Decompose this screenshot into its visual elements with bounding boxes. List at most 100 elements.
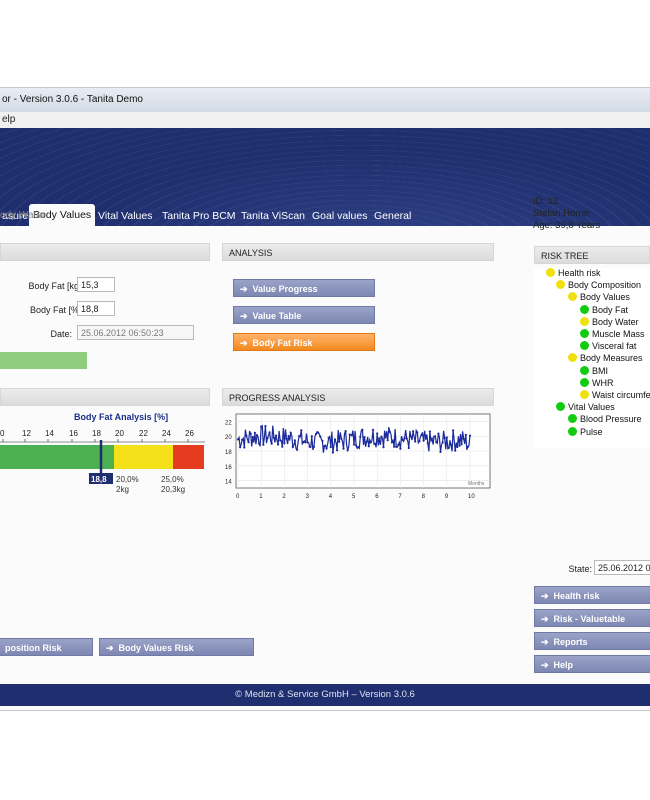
risk-valuetable-label: Risk - Valuetable — [553, 614, 626, 624]
values-panel-header — [0, 243, 210, 261]
progress-point — [317, 431, 320, 434]
status-dot-icon — [568, 426, 577, 436]
progress-point — [277, 443, 280, 446]
patient-name: Stefan Horrer — [533, 208, 591, 219]
risk-tree-item[interactable]: Body Water — [580, 316, 639, 327]
tab-tanita-pro-bcm[interactable]: Tanita Pro BCM — [160, 206, 238, 226]
risk-tree-label: Health risk — [558, 268, 601, 278]
body-composition-risk-button[interactable]: position Risk — [0, 638, 93, 656]
bodyfat-tick-label: 22 — [139, 429, 148, 438]
body-values-risk-button[interactable]: ➔ Body Values Risk — [99, 638, 254, 656]
body-fat-risk-button[interactable]: ➔ Body Fat Risk — [233, 333, 375, 351]
progress-point — [325, 447, 328, 450]
date-label: Date: — [50, 329, 72, 339]
progress-point — [416, 431, 419, 434]
progress-point — [367, 445, 370, 448]
progress-point — [272, 436, 275, 439]
progress-point — [466, 445, 469, 448]
value-table-label: Value Table — [252, 311, 302, 321]
risk-tree-item[interactable]: Waist circumfe — [580, 390, 650, 400]
progress-point — [293, 439, 296, 442]
progress-point — [266, 436, 269, 440]
risk-tree-item[interactable]: Body Composition — [556, 280, 641, 290]
tab-goal-values[interactable]: Goal values — [310, 206, 369, 226]
progress-point — [245, 434, 248, 437]
risk-tree-item[interactable]: Health risk — [546, 268, 601, 278]
progress-point — [414, 440, 417, 443]
health-risk-label: Health risk — [553, 591, 600, 601]
progress-point — [384, 436, 387, 439]
status-dot-icon — [580, 304, 589, 314]
progress-point — [454, 449, 457, 452]
progress-point — [336, 449, 339, 452]
body-fat-risk-label: Body Fat Risk — [252, 338, 313, 348]
arrow-right-icon: ➔ — [541, 637, 549, 647]
help-label: Help — [553, 660, 574, 670]
risk-tree-item[interactable]: Vital Values — [556, 402, 615, 412]
risk-tree-item[interactable]: Visceral fat — [580, 341, 636, 351]
progress-x-unit: Months — [468, 481, 485, 487]
progress-point — [279, 439, 282, 442]
progress-point — [359, 435, 362, 438]
reports-button[interactable]: ➔ Reports — [534, 632, 650, 650]
progress-point — [355, 444, 358, 447]
subtab-body-water[interactable]: ody Water — [0, 210, 45, 221]
progress-point — [439, 450, 442, 453]
tab-tanita-viscan[interactable]: Tanita ViScan — [239, 206, 307, 226]
patient-id: ID: 12 — [533, 196, 559, 207]
bodyfat-chart-title: Body Fat Analysis [%] — [74, 412, 168, 422]
progress-point — [407, 446, 410, 450]
bodyfat-zone-normal — [0, 445, 114, 469]
progress-point — [401, 438, 404, 441]
risk-valuetable-button[interactable]: ➔ Risk - Valuetable — [534, 609, 650, 627]
risk-tree-item[interactable]: Body Values — [568, 292, 630, 302]
help-button[interactable]: ➔ Help — [534, 655, 650, 673]
progress-y-tick: 16 — [225, 465, 232, 471]
menu-help[interactable]: elp — [2, 114, 15, 125]
tab-general[interactable]: General — [372, 206, 413, 226]
risk-tree-label: Pulse — [580, 426, 603, 437]
arrow-right-icon: ➔ — [541, 591, 549, 601]
progress-point — [236, 438, 240, 441]
progress-point — [327, 436, 330, 439]
health-risk-button[interactable]: ➔ Health risk — [534, 586, 650, 604]
progress-point — [441, 441, 444, 444]
body-fat-pct-field[interactable]: 18,8 — [77, 301, 115, 316]
state-field[interactable]: 25.06.2012 0 — [594, 560, 650, 575]
bodyfat-tick-label: 0 — [0, 429, 5, 438]
risk-tree-item[interactable]: Blood Pressure — [568, 414, 642, 424]
body-fat-kg-field[interactable]: 15,3 — [77, 277, 115, 292]
bodyfat-label-3: 25,0% — [161, 475, 184, 484]
value-progress-button[interactable]: ➔ Value Progress — [233, 279, 375, 297]
risk-tree-item[interactable]: Body Measures — [568, 353, 643, 363]
progress-point — [281, 445, 284, 448]
progress-point — [239, 446, 242, 449]
progress-point — [262, 443, 265, 446]
risk-tree-label: Body Water — [592, 316, 639, 327]
progress-x-tick: 5 — [352, 494, 356, 500]
progress-point — [388, 430, 391, 434]
progress-point — [352, 443, 356, 446]
progress-point — [346, 449, 349, 452]
progress-point — [296, 448, 299, 451]
progress-point — [390, 441, 394, 444]
progress-x-tick: 7 — [398, 494, 402, 500]
progress-point — [409, 435, 412, 438]
progress-point — [456, 445, 459, 449]
status-dot-icon — [580, 316, 589, 326]
risk-tree-item[interactable]: Body Fat — [580, 304, 628, 315]
risk-tree-item[interactable]: WHR — [580, 377, 614, 388]
progress-point — [329, 445, 332, 449]
value-table-button[interactable]: ➔ Value Table — [233, 306, 375, 324]
progress-point — [338, 440, 341, 443]
patient-info: ID: 12 Stefan Horrer Age: 39,8 Years — [533, 196, 600, 232]
progress-x-tick: 0 — [236, 494, 240, 500]
tab-vital-values[interactable]: Vital Values — [96, 206, 154, 226]
date-field: 25.06.2012 06:50:23 — [77, 325, 194, 340]
risk-tree-item[interactable]: BMI — [580, 365, 608, 376]
risk-tree-label: Body Composition — [568, 280, 642, 291]
risk-tree-item[interactable]: Muscle Mass — [580, 329, 645, 339]
progress-point — [302, 440, 305, 444]
risk-tree-item[interactable]: Pulse — [568, 426, 603, 437]
progress-point — [268, 431, 271, 434]
